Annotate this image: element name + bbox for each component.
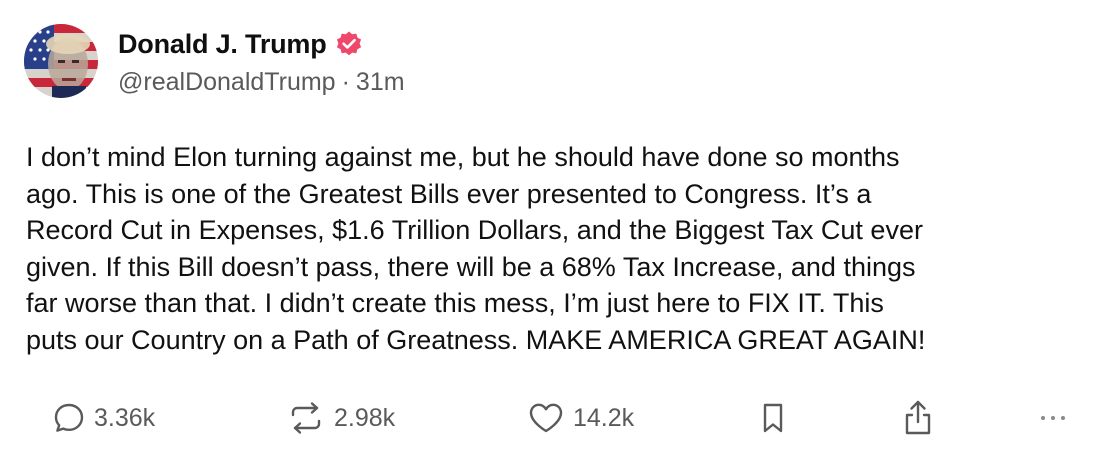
repost-count: 2.98k bbox=[334, 403, 396, 432]
post-timestamp[interactable]: 31m bbox=[356, 68, 405, 96]
author-display-name[interactable]: Donald J. Trump bbox=[118, 29, 327, 60]
verified-badge-icon bbox=[335, 30, 363, 58]
heart-icon bbox=[527, 401, 565, 435]
more-options-button[interactable] bbox=[1036, 393, 1070, 443]
author-name-row: Donald J. Trump bbox=[118, 24, 363, 64]
action-bar: 3.36k 2.98k 14.2k bbox=[0, 393, 1118, 443]
meta-separator: · bbox=[341, 68, 350, 96]
repost-icon bbox=[286, 401, 326, 435]
post-body: I don’t mind Elon turning against me, bu… bbox=[26, 139, 1106, 358]
bookmark-icon bbox=[756, 401, 790, 435]
reply-icon bbox=[52, 401, 86, 435]
reply-button[interactable]: 3.36k bbox=[52, 393, 155, 443]
post-body-line: I don’t mind Elon turning against me, bu… bbox=[26, 142, 900, 172]
post-body-line: ago. This is one of the Greatest Bills e… bbox=[26, 178, 872, 209]
post-body-line: given. If this Bill doesn’t pass, there … bbox=[26, 251, 916, 282]
share-icon bbox=[898, 398, 938, 438]
author-handle[interactable]: @realDonaldTrump bbox=[118, 68, 336, 96]
post-body-line: far worse than that. I didn’t create thi… bbox=[26, 288, 884, 318]
share-button[interactable] bbox=[898, 393, 938, 443]
post-card: Donald J. Trump @realDonaldTrump · 31m I d… bbox=[0, 0, 1118, 468]
repost-button[interactable]: 2.98k bbox=[286, 393, 395, 443]
author-meta: @realDonaldTrump · 31m bbox=[118, 68, 405, 97]
bookmark-button[interactable] bbox=[756, 393, 790, 443]
like-count: 14.2k bbox=[573, 403, 635, 432]
avatar[interactable] bbox=[24, 24, 98, 98]
post-body-line: Record Cut in Expenses, $1.6 Trillion Do… bbox=[26, 215, 923, 245]
reply-count: 3.36k bbox=[94, 403, 156, 432]
more-icon bbox=[1036, 412, 1070, 424]
post-body-line: puts our Country on a Path of Greatness.… bbox=[26, 324, 926, 355]
like-button[interactable]: 14.2k bbox=[527, 393, 634, 443]
